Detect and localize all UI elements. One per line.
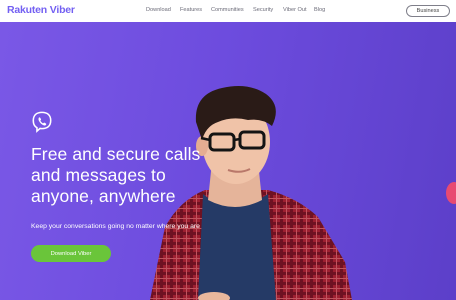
nav-link-security[interactable]: Security: [253, 7, 273, 13]
top-navbar: Rakuten Viber Download Features Communit…: [0, 0, 456, 22]
nav-link-download[interactable]: Download: [146, 7, 171, 13]
nav-link-features[interactable]: Features: [180, 7, 202, 13]
hero-subtext: Keep your conversations going no matter …: [31, 223, 200, 230]
nav-link-blog[interactable]: Blog: [314, 7, 325, 13]
nav-link-communities[interactable]: Communities: [211, 7, 244, 13]
business-button[interactable]: Business: [406, 5, 450, 17]
nav-link-viber-out[interactable]: Viber Out: [283, 7, 307, 13]
headline-line-1: Free and secure calls: [31, 144, 201, 164]
nav-links: Download Features Communities Security V…: [0, 0, 456, 22]
hero-section: Free and secure calls and messages to an…: [0, 22, 456, 300]
viber-phone-icon: [32, 111, 52, 133]
hero-headline: Free and secure calls and messages to an…: [31, 144, 251, 207]
headline-line-2: and messages to: [31, 165, 166, 185]
heart-decoration: [446, 182, 456, 204]
headline-line-3: anyone, anywhere: [31, 186, 176, 206]
download-viber-button[interactable]: Download Viber: [31, 245, 111, 262]
